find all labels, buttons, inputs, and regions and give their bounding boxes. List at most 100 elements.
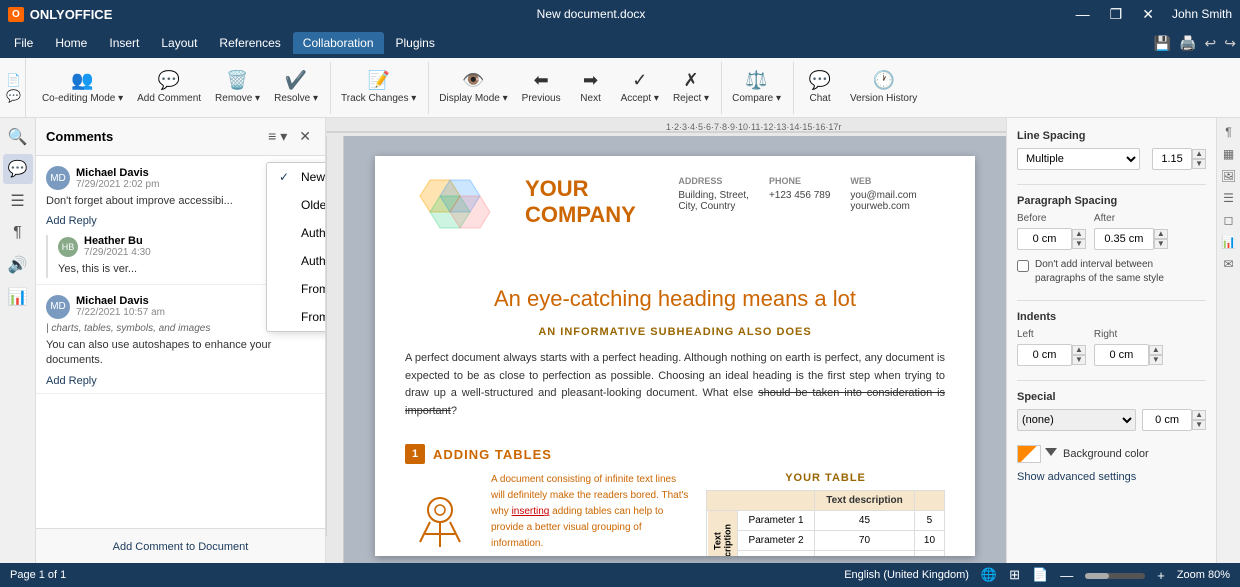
before-down[interactable]: ▼ <box>1072 239 1086 249</box>
sidebar-audio[interactable]: 🔊 <box>3 250 33 280</box>
sort-from-bottom[interactable]: From bottom <box>267 303 326 331</box>
reply-author-1: Heather Bu 7/29/2021 4:30 <box>84 235 151 258</box>
chat-button[interactable]: 💬 Chat <box>798 62 842 114</box>
menu-plugins[interactable]: Plugins <box>386 32 445 54</box>
user-name: John Smith <box>1172 7 1232 21</box>
add-reply-1[interactable]: Add Reply <box>46 215 97 227</box>
line-spacing-select[interactable]: Multiple Single 1.5 lines Double At leas… <box>1017 148 1140 170</box>
right-icon-table[interactable]: ▦ <box>1219 144 1239 164</box>
divider-3 <box>1017 380 1206 381</box>
add-comment-btn[interactable]: Add Comment to Document <box>113 541 249 553</box>
special-label: Special <box>1017 391 1206 403</box>
sidebar-search[interactable]: 🔍 <box>3 122 33 152</box>
menu-home[interactable]: Home <box>45 32 97 54</box>
section-text-1: A document consisting of infinite text l… <box>491 472 690 556</box>
right-icon-mail[interactable]: ✉ <box>1219 254 1239 274</box>
comments-sort-icon[interactable]: ≡ ▾ <box>264 126 291 147</box>
track-changes-button[interactable]: 📝 Track Changes ▾ <box>335 62 422 114</box>
after-down[interactable]: ▼ <box>1154 239 1168 249</box>
right-icon-image[interactable]: 🖼 <box>1219 166 1239 186</box>
menu-collaboration[interactable]: Collaboration <box>293 32 384 54</box>
display-mode-button[interactable]: 👁️ Display Mode ▾ <box>433 62 513 114</box>
bg-color-swatch[interactable] <box>1017 445 1041 463</box>
right-down[interactable]: ▼ <box>1149 355 1163 365</box>
zoom-bar[interactable] <box>1085 573 1145 579</box>
bg-color-control[interactable] <box>1017 445 1057 463</box>
right-icon-header[interactable]: ☰ <box>1219 188 1239 208</box>
toolbar-left-icon-1[interactable]: 📄 <box>6 73 21 87</box>
left-down[interactable]: ▼ <box>1072 355 1086 365</box>
table-header-col3 <box>914 491 944 511</box>
sort-author-za[interactable]: Author Z to A <box>267 247 326 275</box>
zoom-in-icon[interactable]: + <box>1157 568 1165 583</box>
fit-icon[interactable]: ⊞ <box>1009 567 1020 583</box>
menu-layout[interactable]: Layout <box>151 32 207 54</box>
special-input[interactable] <box>1142 409 1192 431</box>
undo-icon[interactable]: ↩ <box>1205 35 1217 52</box>
layout-icon[interactable]: 📄 <box>1032 567 1048 583</box>
zoom-out-icon[interactable]: — <box>1060 568 1073 583</box>
comments-close-icon[interactable]: ✕ <box>295 126 315 147</box>
add-reply-3[interactable]: Add Reply <box>46 375 97 387</box>
special-up[interactable]: ▲ <box>1192 410 1206 420</box>
language-label[interactable]: English (United Kingdom) <box>844 569 969 581</box>
add-comment-button[interactable]: 💬 Add Comment <box>131 62 207 114</box>
version-history-button[interactable]: 🕐 Version History <box>844 62 923 114</box>
previous-button[interactable]: ⬅ Previous <box>516 62 567 114</box>
sort-newest[interactable]: Newest <box>267 163 326 191</box>
after-up[interactable]: ▲ <box>1154 229 1168 239</box>
reject-button[interactable]: ✗ Reject ▾ <box>667 62 715 114</box>
right-icon-shape[interactable]: ◻ <box>1219 210 1239 230</box>
menu-references[interactable]: References <box>209 32 290 54</box>
sort-from-top[interactable]: From top <box>267 275 326 303</box>
table-title: YOUR TABLE <box>706 472 945 484</box>
table-row-2: Parameter 2 70 10 <box>707 531 945 551</box>
right-icon-chart[interactable]: 📊 <box>1219 232 1239 252</box>
next-button[interactable]: ➡ Next <box>569 62 613 114</box>
table-val2-2: 10 <box>914 531 944 551</box>
right-icon-para[interactable]: ¶ <box>1219 122 1239 142</box>
save-icon[interactable]: 💾 <box>1154 35 1171 52</box>
dont-add-checkbox[interactable] <box>1017 260 1029 272</box>
left-up[interactable]: ▲ <box>1072 345 1086 355</box>
redo-icon[interactable]: ↪ <box>1224 35 1236 52</box>
bg-color-label[interactable]: Background color <box>1063 448 1149 460</box>
menu-insert[interactable]: Insert <box>99 32 149 54</box>
line-spacing-value[interactable] <box>1152 148 1192 170</box>
right-up[interactable]: ▲ <box>1149 345 1163 355</box>
compare-button[interactable]: ⚖️ Compare ▾ <box>726 62 787 114</box>
show-advanced[interactable]: Show advanced settings <box>1017 471 1206 483</box>
line-spacing-down[interactable]: ▼ <box>1192 159 1206 169</box>
toolbar-left-icon-2[interactable]: 💬 <box>6 89 21 103</box>
coediting-mode-button[interactable]: 👥 Co-editing Mode ▾ <box>36 62 129 114</box>
bg-color-arrow[interactable] <box>1045 448 1057 460</box>
special-select[interactable]: (none) First line Hanging <box>1017 409 1136 431</box>
resolve-button[interactable]: ✔️ Resolve ▾ <box>268 62 324 114</box>
sidebar-format[interactable]: ¶ <box>3 218 33 248</box>
language-icon[interactable]: 🌐 <box>981 567 997 583</box>
remove-button[interactable]: 🗑️ Remove ▾ <box>209 62 266 114</box>
line-spacing-up[interactable]: ▲ <box>1192 149 1206 159</box>
doc-area[interactable]: 1·2·3·4·5·6·7·8·9·10·11·12·13·14·15·16·1… <box>326 118 1006 563</box>
accept-button[interactable]: ✓ Accept ▾ <box>615 62 665 114</box>
left-input[interactable] <box>1017 344 1072 366</box>
before-up[interactable]: ▲ <box>1072 229 1086 239</box>
sidebar-nav[interactable]: ☰ <box>3 186 33 216</box>
after-input[interactable] <box>1094 228 1154 250</box>
close-button[interactable]: ✕ <box>1136 4 1160 25</box>
version-history-icon: 🕐 <box>872 70 894 91</box>
menu-file[interactable]: File <box>4 32 43 54</box>
sort-author-az[interactable]: Author A to Z <box>267 219 326 247</box>
right-input[interactable] <box>1094 344 1149 366</box>
toolbar-group-track: 📝 Track Changes ▾ <box>330 62 426 114</box>
sort-oldest[interactable]: Oldest <box>267 191 326 219</box>
restore-button[interactable]: ❐ <box>1104 4 1129 25</box>
sidebar-chart[interactable]: 📊 <box>3 282 33 312</box>
special-down[interactable]: ▼ <box>1192 420 1206 430</box>
sidebar-comments[interactable]: 💬 <box>3 154 33 184</box>
company-name: YOURCOMPANY <box>525 176 658 256</box>
inserted-text-1: inserting <box>512 506 550 517</box>
minimize-button[interactable]: — <box>1070 4 1096 24</box>
print-icon[interactable]: 🖨️ <box>1179 35 1196 52</box>
before-input[interactable] <box>1017 228 1072 250</box>
